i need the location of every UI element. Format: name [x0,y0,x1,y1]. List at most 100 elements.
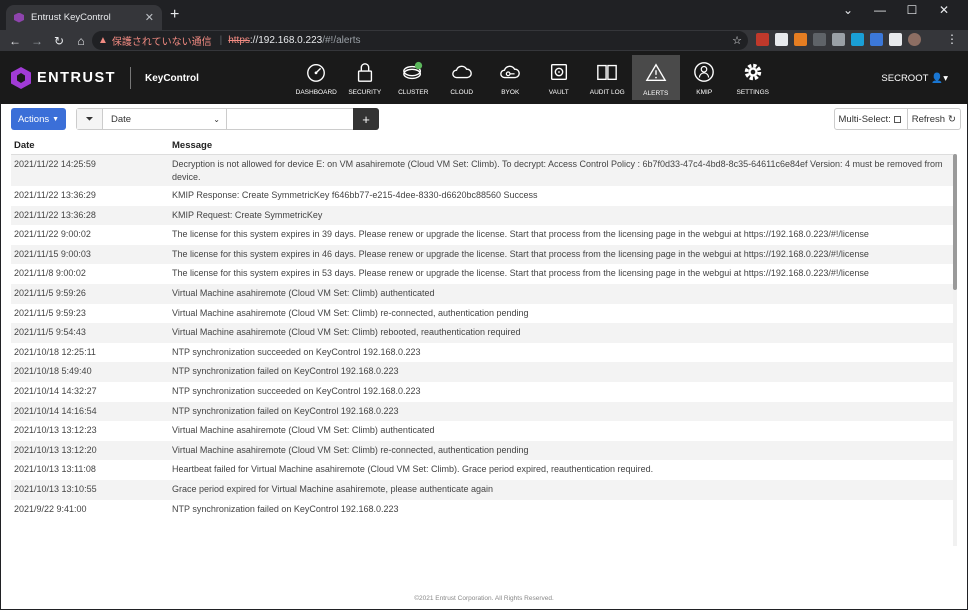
tab-search-icon[interactable]: ⌄ [832,3,864,17]
home-icon[interactable]: ⌂ [70,34,92,48]
nav-cloud[interactable]: CLOUD [438,54,487,104]
table-row[interactable]: 2021/11/15 9:00:03 The license for this s… [11,244,954,265]
forward-arrow-icon[interactable]: → [26,34,48,48]
alert-date: 2021/11/22 14:25:59 [14,159,96,169]
nav-alerts[interactable]: ALERTS [631,55,680,100]
nav-security[interactable]: SECURITY [341,54,390,104]
actions-label: Actions [17,113,50,125]
alert-date: 2021/11/22 13:36:28 [14,209,96,220]
nav-label: CLUSTER [398,89,429,96]
window-controls: ⌄ — ☐ ✕ [832,3,960,17]
alert-date: 2021/11/5 9:59:23 [14,307,86,318]
multi-select-toggle[interactable]: Multi-Select: [835,109,908,129]
table-row[interactable]: 2021/11/22 9:00:02 The license for this s… [11,225,954,245]
profile-avatar[interactable] [908,33,921,46]
alert-message: Virtual Machine asahiremote (Cloud VM Se… [172,444,529,455]
browser-tab[interactable]: Entrust KeyControl ✕ [6,5,162,30]
extension-icon[interactable] [756,33,769,46]
table-row[interactable]: 2021/10/18 5:49:40 NTP synchronization fa… [11,362,954,382]
extension-icon[interactable] [870,33,883,46]
app-header: ENTRUST KeyControl DASHBOARD SECURITY CL… [0,51,968,104]
refresh-button[interactable]: Refresh ↻ [908,109,960,129]
bookmark-star-icon[interactable]: ☆ [732,34,742,47]
table-row[interactable]: 2021/10/13 13:12:20 Virtual Machine asahi… [11,440,954,461]
table-row[interactable]: 2021/11/8 9:00:02 The license for this sy… [11,264,954,284]
table-row[interactable]: 2021/10/13 13:12:23 Virtual Machine asahi… [11,421,954,441]
user-menu[interactable]: SECROOT 👤▾ [881,73,948,84]
not-secure-warning-icon[interactable]: ▲ [98,35,108,46]
alerts-page: Actions ▼ ⏷ Date ⌄ + Multi-Select: Refre… [1,104,967,609]
address-bar[interactable]: ▲ 保護されていない通信 | https ://192.168.0.223 /#… [92,31,748,50]
nav-dashboard[interactable]: DASHBOARD [292,54,341,104]
camera-extension-icon[interactable] [813,33,826,46]
filter-icon[interactable]: ⏷ [77,109,103,129]
browser-menu-icon[interactable]: ⋮ [946,32,958,46]
nav-label: DASHBOARD [295,89,337,96]
dashboard-icon [305,61,327,83]
alert-date: 2021/11/5 9:54:43 [14,327,86,338]
maximize-button[interactable]: ☐ [896,3,928,17]
filter-field-select[interactable]: Date ⌄ [103,109,227,129]
extension-icon[interactable] [794,33,807,46]
table-row[interactable]: 2021/11/22 14:25:59 Decryption is not all… [11,155,954,186]
chevron-down-icon: ⌄ [213,114,220,124]
alert-message: KMIP Response: Create SymmetricKey f646b… [172,190,538,200]
nav-cluster[interactable]: CLUSTER [389,54,438,104]
nav-label: SECURITY [348,89,382,96]
actions-button[interactable]: Actions ▼ [11,108,66,130]
table-row[interactable]: 2021/11/22 13:36:28 KMIP Request: Create … [11,205,954,226]
table-row[interactable]: 2021/9/22 9:41:00 NTP synchronization fai… [11,500,954,520]
back-arrow-icon[interactable]: ← [4,34,26,48]
puzzle-extensions-icon[interactable] [889,33,902,46]
alert-message: NTP synchronization succeeded on KeyCont… [172,346,421,357]
refresh-icon: ↻ [948,113,956,125]
alert-message: Virtual Machine asahiremote (Cloud VM Se… [172,425,435,436]
add-filter-button[interactable]: + [353,108,379,130]
url-path: /#!/alerts [322,35,361,46]
nav-byok[interactable]: BYOK [486,54,535,104]
minimize-button[interactable]: — [864,3,896,17]
table-row[interactable]: 2021/11/5 9:59:23 Virtual Machine asahire… [11,304,954,324]
alert-date: 2021/11/22 13:36:29 [14,190,96,200]
table-row[interactable]: 2021/11/5 9:59:26 Virtual Machine asahire… [11,283,954,304]
table-scrollbar[interactable] [953,154,957,546]
alert-message: Grace period expired for Virtual Machine… [172,483,494,494]
table-row[interactable]: 2021/10/13 13:11:08 Heartbeat failed for … [11,460,954,480]
extension-icon[interactable] [832,33,845,46]
table-row[interactable]: 2021/10/18 12:25:11 NTP synchronization s… [11,343,954,363]
table-row[interactable]: 2021/10/14 14:32:27 NTP synchronization s… [11,382,954,402]
tab-close-icon[interactable]: ✕ [145,11,154,24]
reload-icon[interactable]: ↻ [48,34,70,48]
table-row[interactable]: 2021/10/13 13:10:55 Grace period expired … [11,479,954,500]
extension-icon[interactable] [775,33,788,46]
close-window-button[interactable]: ✕ [928,3,960,17]
column-header-date[interactable]: Date [14,140,35,151]
alert-message: NTP synchronization succeeded on KeyCont… [172,385,421,396]
extensions-bar [756,33,921,46]
alert-date: 2021/10/13 13:12:23 [14,425,97,436]
url-scheme: https [228,35,250,46]
column-header-message[interactable]: Message [172,140,212,151]
alert-message: Virtual Machine asahiremote (Cloud VM Se… [172,327,521,338]
vimeo-extension-icon[interactable] [851,33,864,46]
new-tab-button[interactable]: + [170,6,179,24]
table-row[interactable]: 2021/10/14 14:16:54 NTP synchronization f… [11,401,954,422]
alert-date: 2021/10/13 13:11:08 [14,464,96,475]
alert-date: 2021/11/22 9:00:02 [14,229,91,240]
alert-message: KMIP Request: Create SymmetricKey [172,209,323,220]
alert-message: The license for this system expires in 5… [172,268,869,279]
nav-settings[interactable]: SETTINGS [729,54,778,104]
product-name: KeyControl [144,72,199,84]
key-cloud-icon [499,61,521,83]
not-secure-label: 保護されていない通信 [111,37,212,48]
multi-select-checkbox[interactable] [893,115,901,123]
nav-vault[interactable]: VAULT [535,54,584,104]
table-row[interactable]: 2021/11/5 9:54:43 Virtual Machine asahire… [11,323,954,343]
nav-audit-log[interactable]: AUDIT LOG [583,54,632,104]
caret-down-icon: ▼ [52,115,60,123]
alert-date: 2021/10/13 13:12:20 [14,444,97,455]
scrollbar-thumb[interactable] [953,154,957,290]
nav-kmip[interactable]: KMIP [680,54,729,104]
filter-value-input[interactable] [227,109,353,129]
table-row[interactable]: 2021/11/22 13:36:29 KMIP Response: Create… [11,186,954,206]
